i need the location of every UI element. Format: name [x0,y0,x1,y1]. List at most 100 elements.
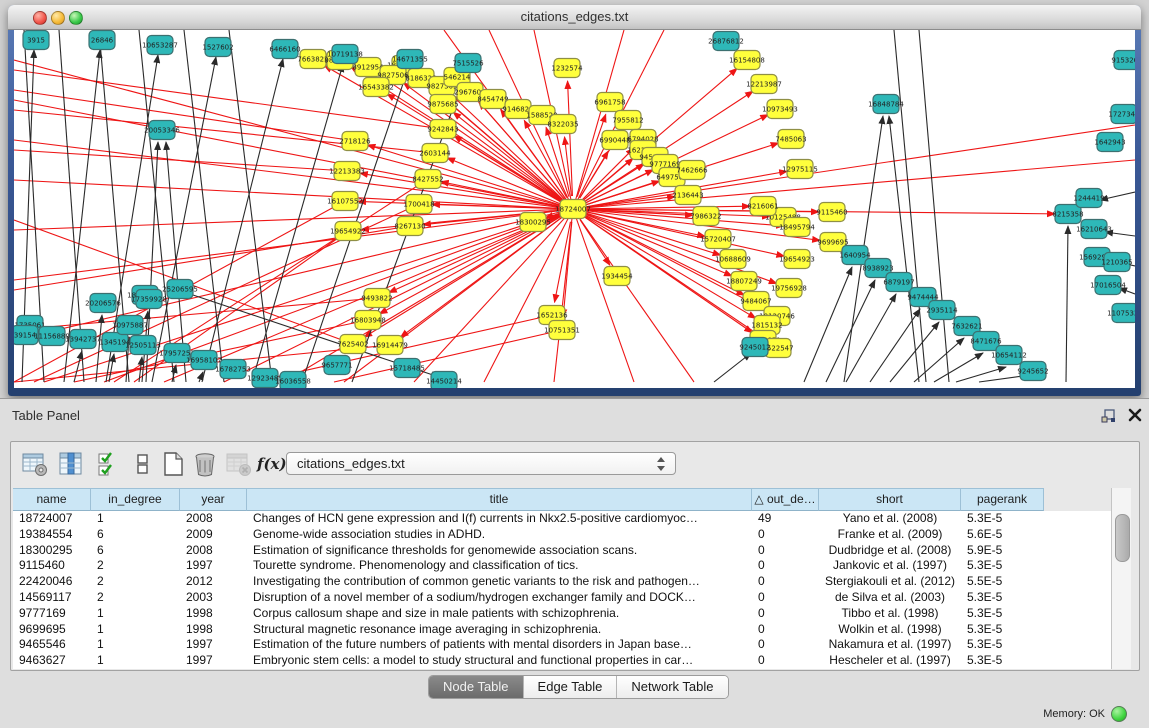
graph-node[interactable]: 7485063 [775,130,806,149]
graph-node[interactable]: 9493822 [361,289,392,308]
graph-node[interactable]: 26876812 [708,32,744,51]
tab-network-table[interactable]: Network Table [617,676,727,698]
graph-node[interactable]: 1700418 [403,195,434,214]
function-icon[interactable]: f(x) [257,450,285,478]
graph-node[interactable]: 8427552 [412,170,443,189]
graph-node[interactable]: 7955812 [612,111,643,130]
graph-node[interactable]: 16803948 [350,311,386,330]
graph-node[interactable]: 7625402 [337,335,368,354]
column-header-pagerank[interactable]: pagerank [961,488,1044,511]
graph-node[interactable]: 1642943 [1094,133,1125,152]
scrollbar-thumb[interactable] [1115,514,1130,562]
graph-node[interactable]: 1934454 [601,267,633,286]
column-header-year[interactable]: year [180,488,247,511]
column-header-in-degree[interactable]: in_degree [91,488,180,511]
graph-node[interactable]: 15720407 [700,230,736,249]
graph-node[interactable]: 2136443 [672,186,703,205]
graph-node[interactable]: 18495794 [779,218,815,237]
graph-node[interactable]: 12213987 [746,75,782,94]
graph-node[interactable]: 2603144 [419,144,451,163]
graph-node[interactable]: 9657771 [321,356,352,375]
graph-node[interactable]: 19756928 [771,279,807,298]
graph-node[interactable]: 10654112 [991,346,1027,365]
column-header-out-degree[interactable]: △ out_de… [752,488,819,511]
graph-node[interactable]: 1527602 [202,38,233,57]
graph-node[interactable]: 9245652 [1017,362,1048,381]
graph-node[interactable]: 16210643 [1076,220,1112,239]
tab-edge-table[interactable]: Edge Table [524,676,618,698]
graph-node[interactable]: 13942737 [65,330,101,349]
graph-node[interactable]: 7462666 [676,161,708,180]
graph-node[interactable]: 18807249 [726,272,762,291]
graph-node[interactable]: 20206576 [85,294,121,313]
graph-node[interactable]: 16782753 [215,360,251,379]
column-header-short[interactable]: short [819,488,961,511]
graph-node[interactable]: 6879197 [883,273,914,292]
graph-node[interactable]: 10751351 [544,321,580,340]
table-row[interactable]: 977716911998Corpus callosum shape and si… [13,606,1044,622]
graph-node[interactable]: 1727342 [1108,105,1135,124]
graph-node[interactable]: 11075338 [1107,304,1135,323]
graph-node[interactable]: 2935114 [926,301,958,320]
graph-node[interactable]: 14450214 [426,372,462,389]
graph-node[interactable]: 1210365 [1101,253,1132,272]
graph-node[interactable]: 16036558 [275,372,311,389]
graph-node[interactable]: 15718485 [389,359,425,378]
graph-node[interactable]: 17359928 [131,290,167,309]
graph-node[interactable]: 26846 [89,31,115,50]
graph-node[interactable]: 9153262 [1111,51,1135,70]
graph-node[interactable]: 1232574 [551,59,583,78]
graph-node[interactable]: 7515526 [452,54,484,73]
graph-node[interactable]: 8322035 [547,115,578,134]
graph-node[interactable]: 3915 [23,31,49,50]
graph-node[interactable]: 8267130 [394,217,425,236]
graph-node[interactable]: 6990448 [599,131,630,150]
graph-node[interactable]: 10653287 [142,36,178,55]
table-row[interactable]: 969969511998Structural magnetic resonanc… [13,622,1044,638]
vertical-scrollbar[interactable] [1111,488,1131,669]
graph-node[interactable]: 1244419 [1073,189,1104,208]
graph-node[interactable]: 10975887 [112,316,148,335]
graph-node[interactable]: 2718126 [339,132,371,151]
graph-node[interactable]: 18724007 [555,200,591,219]
graph-node[interactable]: 20053346 [144,121,180,140]
table-columns-icon[interactable] [57,450,85,478]
network-view[interactable]: 8912954182260839827506165433828186328982… [14,30,1135,388]
graph-node[interactable]: 18300295 [515,213,551,232]
graph-node[interactable]: 16848784 [868,95,904,114]
graph-node[interactable]: 7986322 [690,207,721,226]
rows-icon[interactable] [129,450,157,478]
select-checks-icon[interactable] [95,450,123,478]
table-row[interactable]: 1872400712008Changes of HCN gene express… [13,511,1044,527]
close-panel-icon[interactable] [1127,407,1143,423]
table-selector-dropdown[interactable]: citations_edges.txt [286,452,676,475]
graph-node[interactable]: 10973493 [762,100,798,119]
graph-node[interactable]: 16543382 [358,78,394,97]
float-panel-icon[interactable] [1100,407,1118,425]
graph-node[interactable]: 14671355 [392,50,428,69]
new-document-icon[interactable] [159,450,187,478]
table-row[interactable]: 946554611997Estimation of the future num… [13,637,1044,653]
graph-node[interactable]: 8216061 [747,197,778,216]
graph-node[interactable]: 12975115 [782,160,818,179]
graph-node[interactable]: 6466160 [269,40,300,59]
table-row[interactable]: 1830029562008Estimation of significance … [13,543,1044,559]
graph-node[interactable]: 12505113 [125,336,161,355]
graph-node[interactable]: 9115460 [816,203,847,222]
table-row[interactable]: 2242004622012Investigating the contribut… [13,574,1044,590]
graph-node[interactable]: 17016504 [1090,276,1126,295]
column-header-title[interactable]: title [247,488,752,511]
graph-node[interactable]: 10719138 [327,45,363,64]
graph-node[interactable]: 12213383 [329,162,365,181]
table-row[interactable]: 911546021997Tourette syndrome. Phenomeno… [13,558,1044,574]
graph-node[interactable]: 16154808 [729,51,765,70]
graph-node[interactable]: 10688609 [715,250,751,269]
graph-node[interactable]: 16914479 [372,336,408,355]
table-settings-icon[interactable] [21,450,49,478]
graph-node[interactable]: 19654923 [779,250,815,269]
graph-node[interactable]: 19654922 [330,222,366,241]
table-row[interactable]: 1456911722003Disruption of a novel membe… [13,590,1044,606]
graph-node[interactable]: 6961758 [594,93,625,112]
graph-node[interactable]: 9875685 [427,95,458,114]
trash-icon[interactable] [191,450,219,478]
